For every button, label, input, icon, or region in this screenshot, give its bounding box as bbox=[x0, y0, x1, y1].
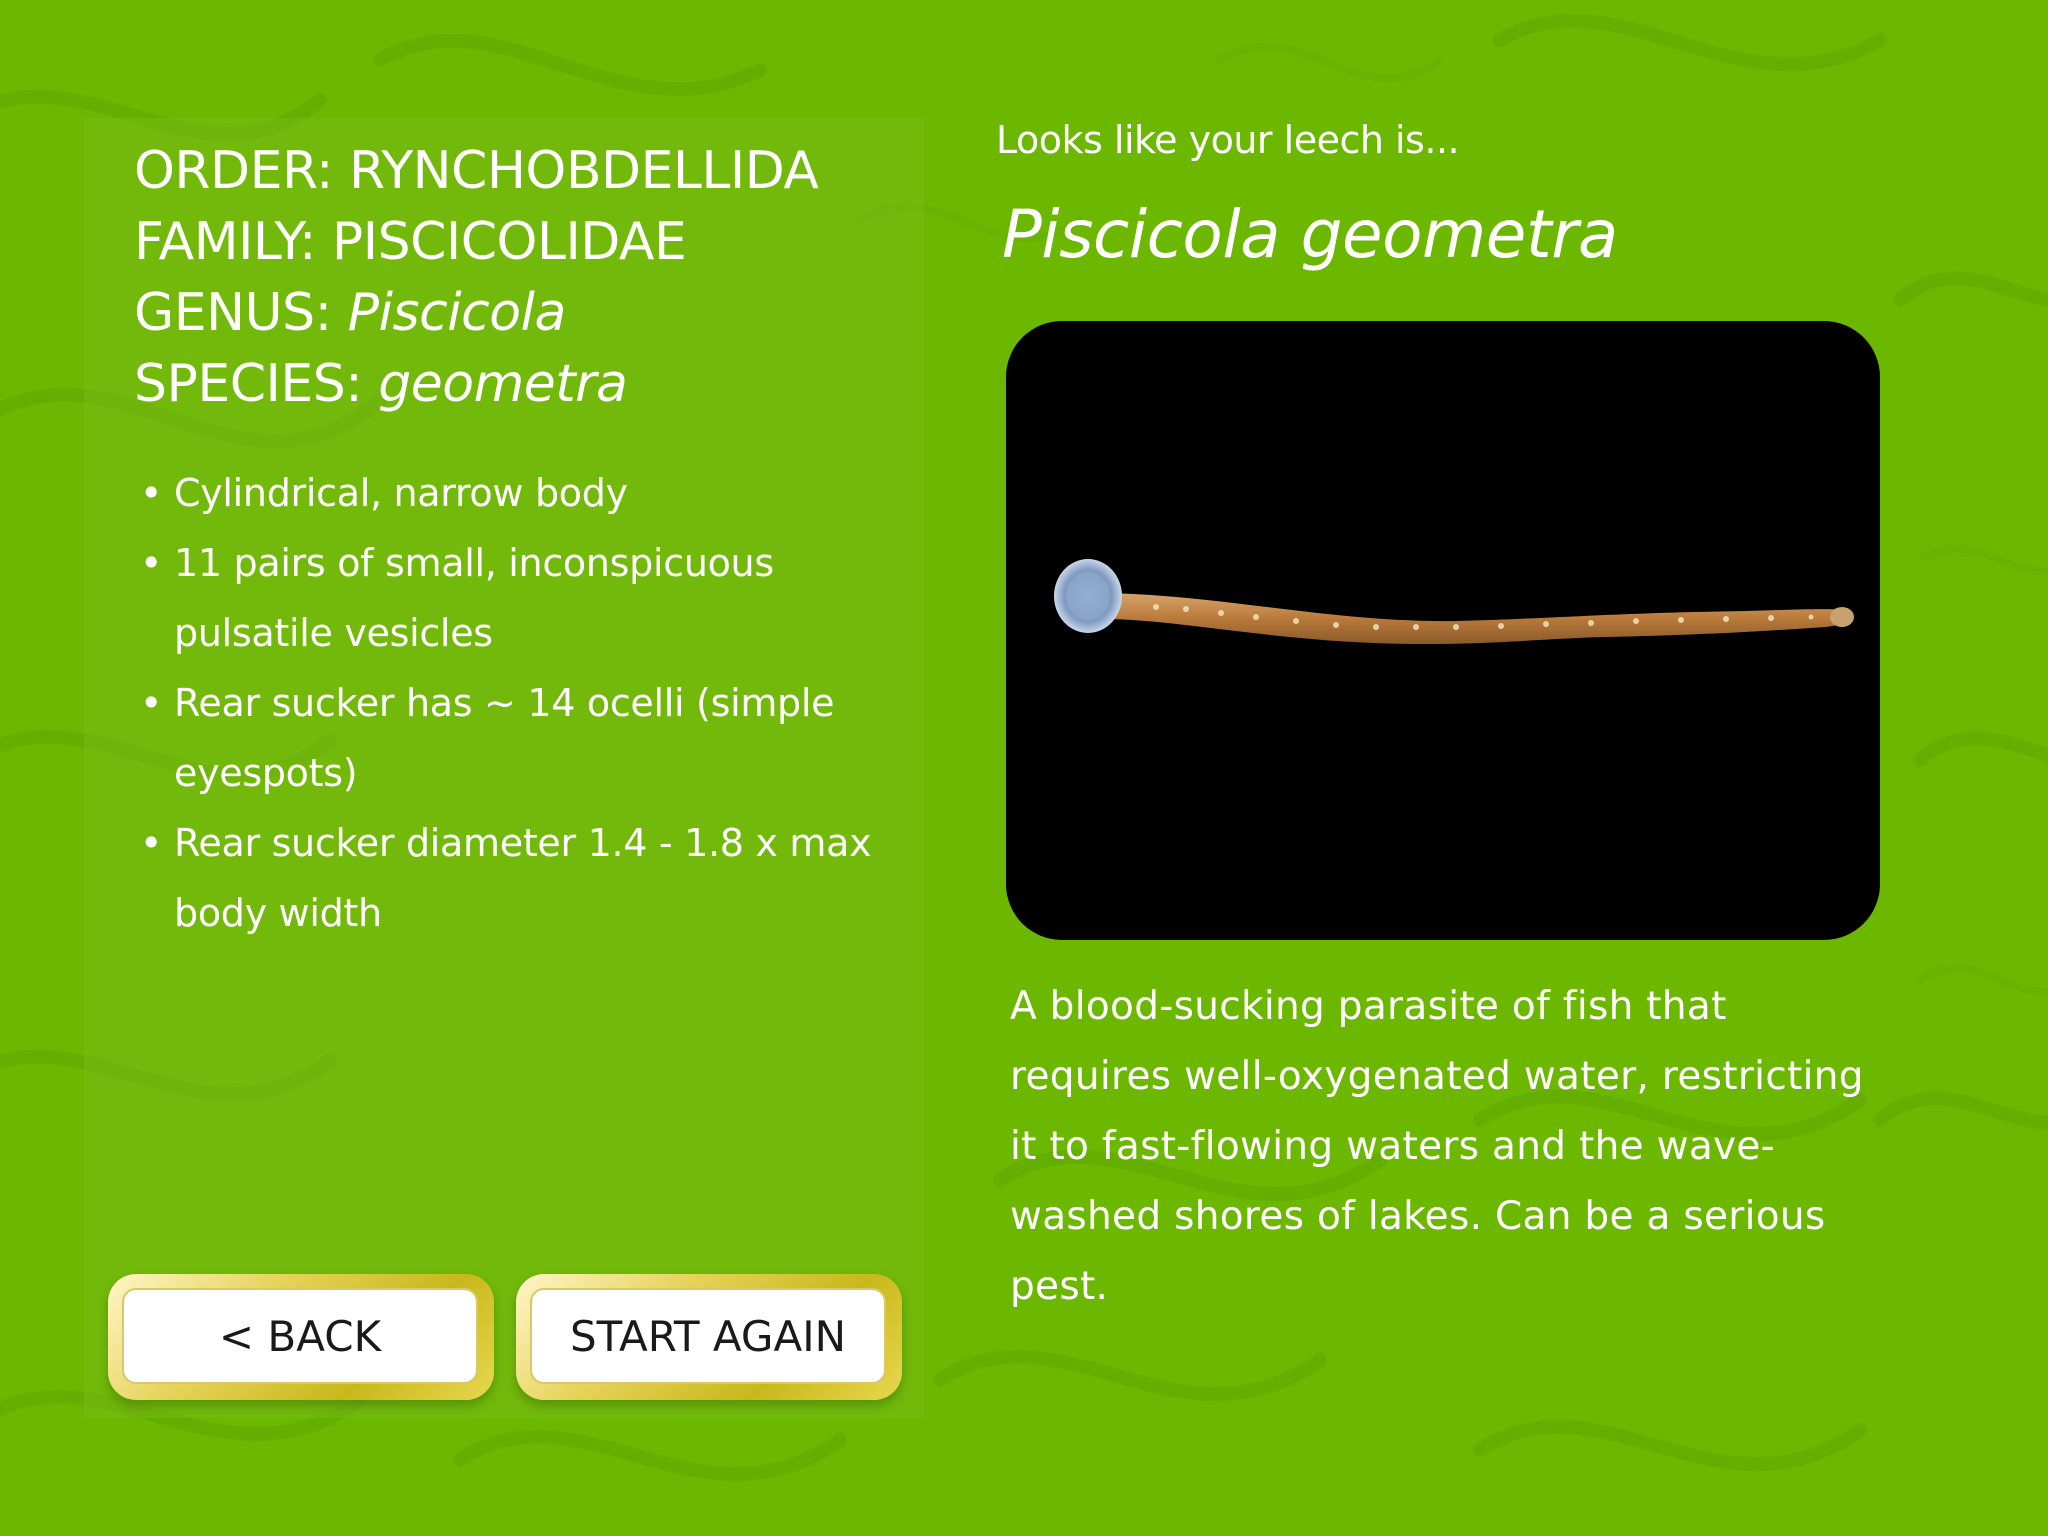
order-row: ORDER: RYNCHOBDELLIDA bbox=[134, 136, 819, 207]
species-label: SPECIES: bbox=[134, 354, 363, 414]
leech-illustration bbox=[1054, 559, 1854, 645]
back-button-label: < BACK bbox=[122, 1288, 478, 1384]
species-value: geometra bbox=[378, 354, 628, 414]
taxonomy-block: ORDER: RYNCHOBDELLIDA FAMILY: PISCICOLID… bbox=[134, 136, 819, 420]
family-label: FAMILY: bbox=[134, 212, 316, 272]
species-title: Piscicola geometra bbox=[1002, 196, 1618, 273]
order-label: ORDER: bbox=[134, 141, 334, 201]
trait-item: Cylindrical, narrow body bbox=[140, 458, 900, 528]
trait-item: Rear sucker has ~ 14 ocelli (simple eyes… bbox=[140, 668, 900, 808]
trait-item: 11 pairs of small, inconspicuous pulsati… bbox=[140, 528, 900, 668]
genus-label: GENUS: bbox=[134, 283, 332, 343]
family-value: PISCICOLIDAE bbox=[331, 212, 687, 272]
start-again-button[interactable]: START AGAIN bbox=[516, 1274, 902, 1400]
trait-list: Cylindrical, narrow body 11 pairs of sma… bbox=[140, 458, 900, 948]
species-description: A blood-sucking parasite of fish that re… bbox=[1010, 984, 1864, 1309]
back-button[interactable]: < BACK bbox=[108, 1274, 494, 1400]
family-row: FAMILY: PISCICOLIDAE bbox=[134, 207, 818, 278]
order-value: RYNCHOBDELLIDA bbox=[349, 141, 819, 201]
genus-row: GENUS: Piscicola bbox=[134, 278, 818, 349]
result-lead: Looks like your leech is... bbox=[996, 118, 1460, 162]
start-again-button-label: START AGAIN bbox=[530, 1288, 886, 1384]
species-row: SPECIES: geometra bbox=[134, 349, 818, 420]
leech-photo bbox=[1006, 321, 1880, 940]
genus-value: Piscicola bbox=[347, 283, 567, 343]
trait-item: Rear sucker diameter 1.4 - 1.8 x max bod… bbox=[140, 808, 900, 948]
